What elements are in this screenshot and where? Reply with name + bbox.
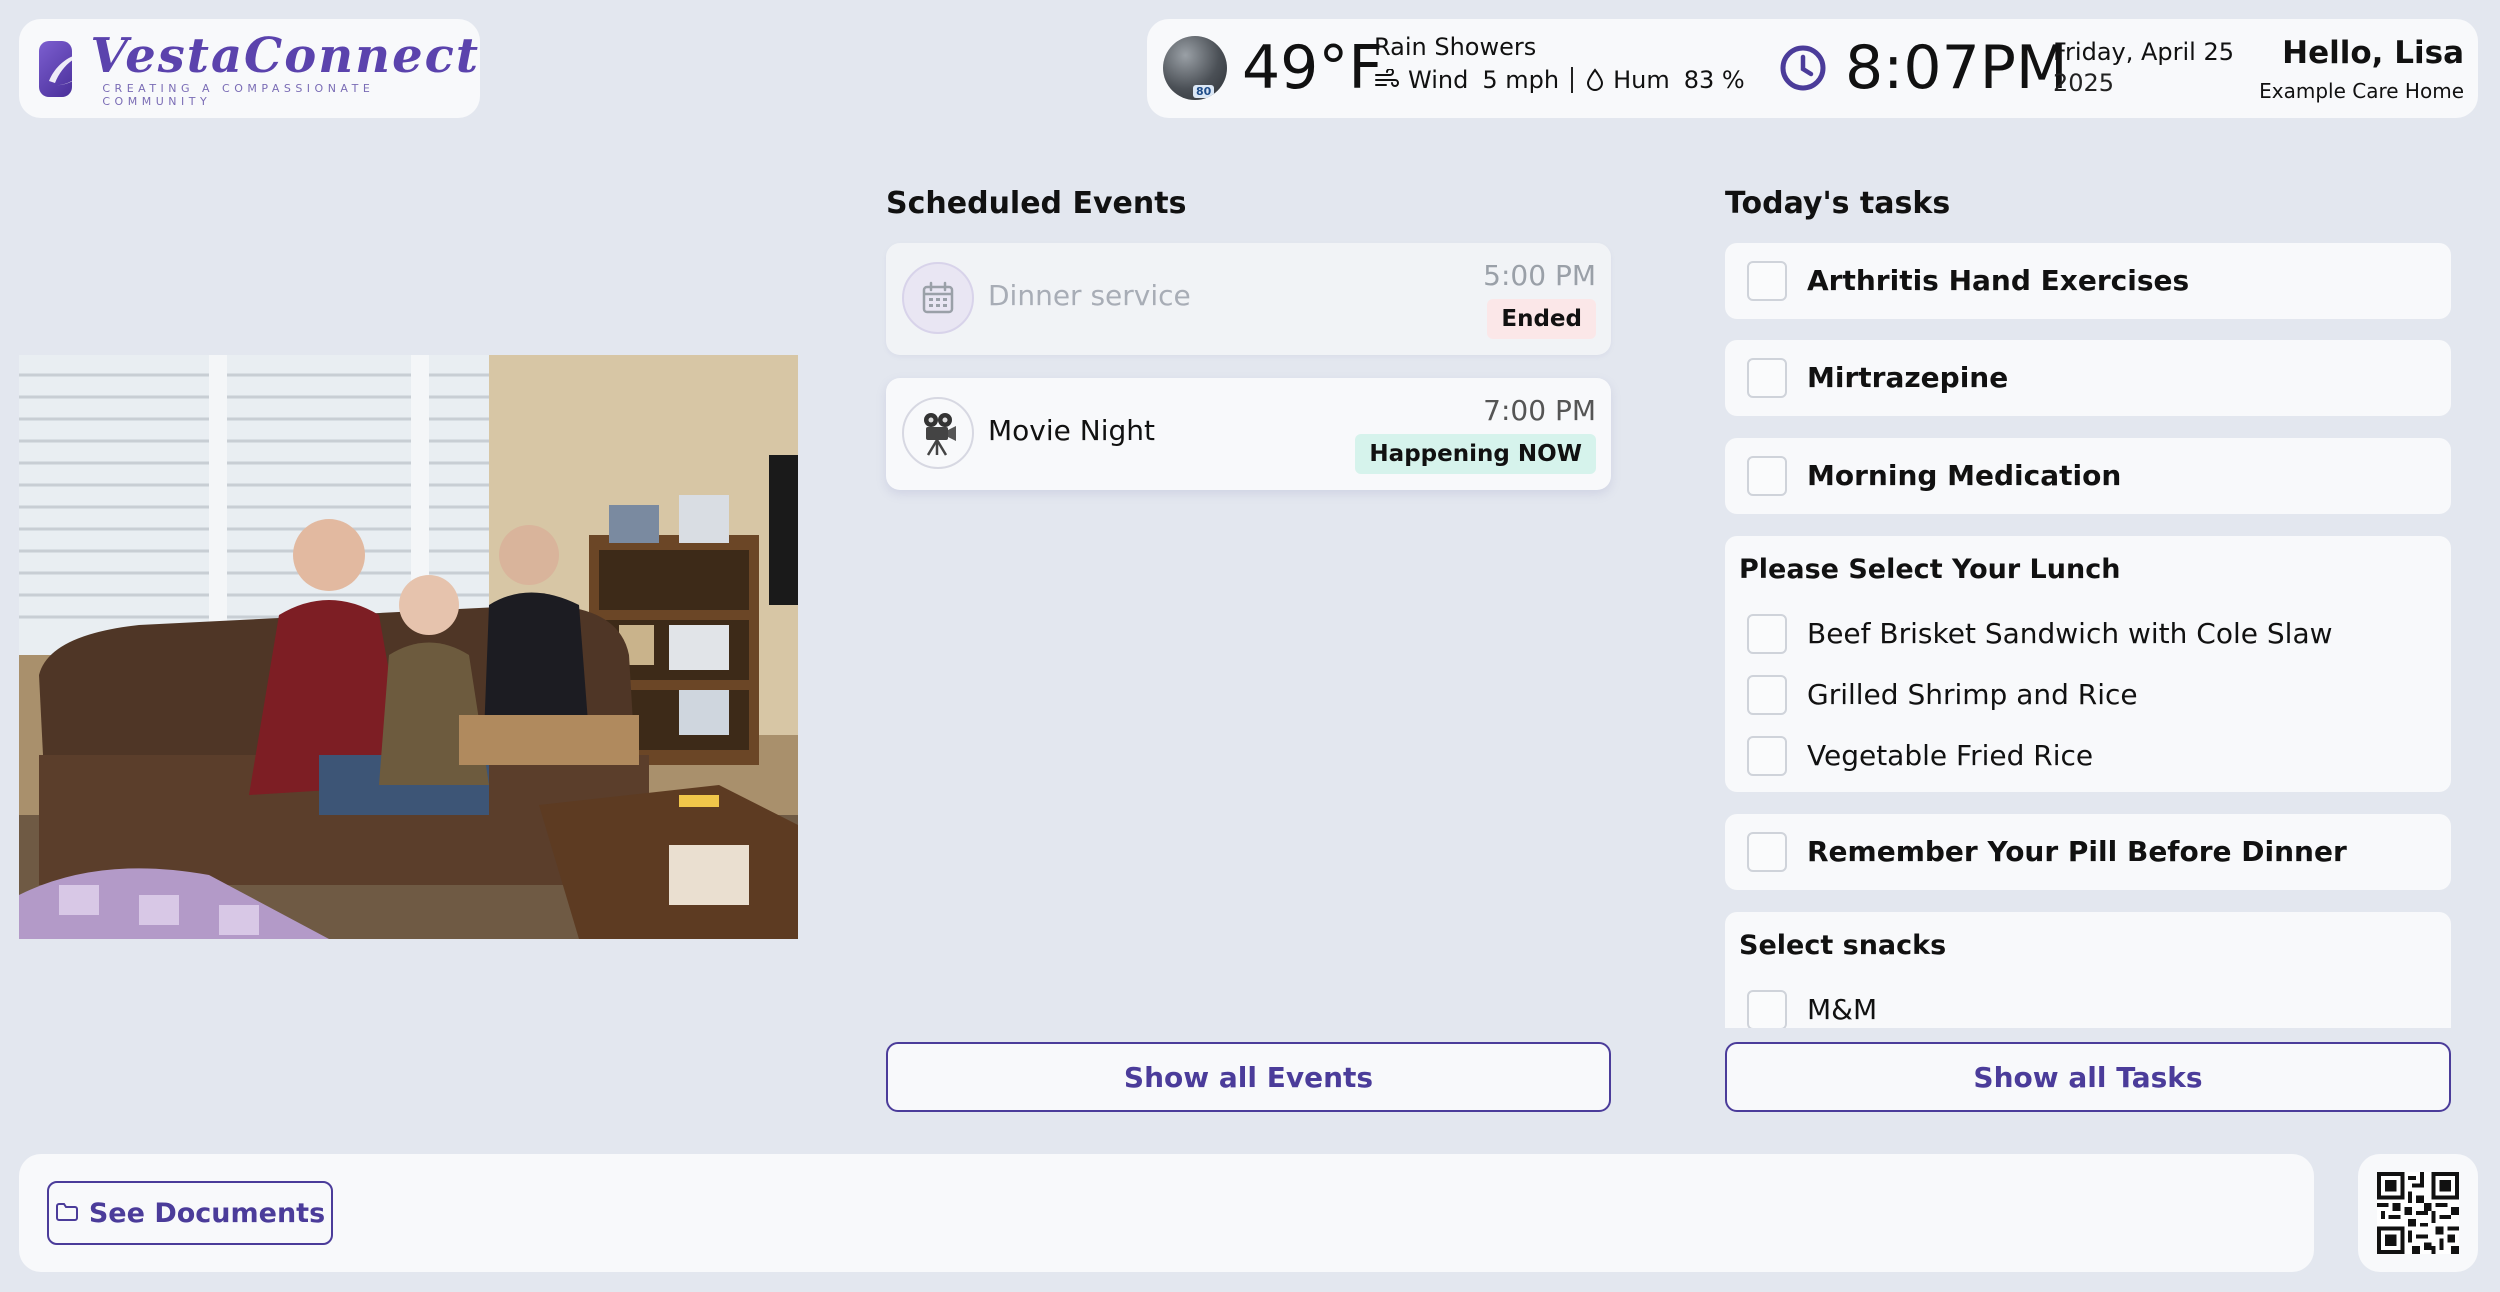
weather-condition: Rain Showers <box>1374 33 1537 61</box>
event-name: Dinner service <box>988 279 1191 312</box>
task-pill-reminder[interactable]: Remember Your Pill Before Dinner <box>1725 814 2451 890</box>
humidity-icon <box>1585 68 1605 92</box>
temperature: 49°F <box>1242 33 1383 103</box>
lunch-selection-group: Please Select Your Lunch Beef Brisket Sa… <box>1725 536 2451 792</box>
lunch-option-checkbox[interactable] <box>1747 614 1787 654</box>
clock-icon <box>1780 45 1826 91</box>
status-header: 80 49°F Rain Showers Wind 5 mph Hum 83 %… <box>1147 19 2478 118</box>
task-morning-medication[interactable]: Morning Medication <box>1725 438 2451 514</box>
lunch-option-label[interactable]: Vegetable Fried Rice <box>1807 739 2093 772</box>
lunch-option-label[interactable]: Beef Brisket Sandwich with Cole Slaw <box>1807 617 2333 650</box>
humidity-value: 83 % <box>1683 66 1745 94</box>
lunch-option-checkbox[interactable] <box>1747 736 1787 776</box>
event-time: 7:00 PM <box>1483 394 1596 427</box>
wind-value: 5 mph <box>1482 66 1560 94</box>
task-label: Arthritis Hand Exercises <box>1807 264 2190 297</box>
tasks-list[interactable]: Arthritis Hand Exercises Mirtrazepine Mo… <box>1725 240 2451 1028</box>
wind-label: Wind <box>1408 66 1469 94</box>
brand-name: VestaConnect <box>90 27 480 84</box>
task-checkbox[interactable] <box>1747 456 1787 496</box>
task-arthritis-hand-exercises[interactable]: Arthritis Hand Exercises <box>1725 243 2451 319</box>
facility-name: Example Care Home <box>2259 79 2464 103</box>
rain-showers-icon: 80 <box>1163 36 1227 100</box>
brand-tagline: CREATING A COMPASSIONATE COMMUNITY <box>102 81 375 108</box>
weather-details: Wind 5 mph Hum 83 % <box>1374 66 1745 94</box>
family-photo <box>19 355 798 939</box>
divider <box>1571 67 1574 93</box>
movie-camera-icon <box>902 397 974 469</box>
uv-badge: 80 <box>1193 85 1215 98</box>
current-date: Friday, April 25 <box>2053 38 2235 66</box>
task-checkbox[interactable] <box>1747 832 1787 872</box>
task-checkbox[interactable] <box>1747 358 1787 398</box>
event-time: 5:00 PM <box>1483 259 1596 292</box>
greeting: Hello, Lisa <box>2282 35 2464 71</box>
task-label: Mirtrazepine <box>1807 361 2009 394</box>
task-label: Remember Your Pill Before Dinner <box>1807 835 2347 868</box>
current-year: 2025 <box>2053 69 2115 97</box>
current-time: 8:07PM <box>1845 33 2068 103</box>
event-card-movie-night[interactable]: Movie Night 7:00 PM Happening NOW <box>886 378 1611 490</box>
qr-code[interactable] <box>2358 1154 2478 1272</box>
footer-bar: See Documents <box>19 1154 2314 1272</box>
lunch-group-title: Please Select Your Lunch <box>1739 554 2121 585</box>
qr-code-icon <box>2377 1172 2459 1254</box>
event-name: Movie Night <box>988 414 1155 447</box>
status-badge: Happening NOW <box>1355 434 1596 474</box>
status-badge: Ended <box>1487 299 1596 339</box>
event-card-dinner-service[interactable]: Dinner service 5:00 PM Ended <box>886 243 1611 355</box>
logo-swoosh-icon <box>39 40 73 97</box>
folder-icon <box>55 1198 79 1229</box>
task-checkbox[interactable] <box>1747 261 1787 301</box>
snack-option-checkbox[interactable] <box>1747 990 1787 1028</box>
lunch-option-label[interactable]: Grilled Shrimp and Rice <box>1807 678 2138 711</box>
show-all-events-button[interactable]: Show all Events <box>886 1042 1611 1112</box>
tasks-title: Today's tasks <box>1725 186 1951 221</box>
calendar-icon <box>902 262 974 334</box>
see-documents-label: See Documents <box>88 1197 326 1229</box>
humidity-label: Hum <box>1613 66 1670 94</box>
task-label: Morning Medication <box>1807 459 2122 492</box>
events-title: Scheduled Events <box>886 186 1187 221</box>
snacks-selection-group: Select snacks M&M <box>1725 912 2451 1028</box>
show-all-tasks-button[interactable]: Show all Tasks <box>1725 1042 2451 1112</box>
brand-logo: VestaConnect CREATING A COMPASSIONATE CO… <box>19 19 480 118</box>
see-documents-button[interactable]: See Documents <box>47 1181 333 1245</box>
wind-icon <box>1374 69 1400 91</box>
snack-option-label[interactable]: M&M <box>1807 993 1877 1026</box>
task-mirtrazepine[interactable]: Mirtrazepine <box>1725 340 2451 416</box>
snacks-group-title: Select snacks <box>1739 930 1947 961</box>
lunch-option-checkbox[interactable] <box>1747 675 1787 715</box>
